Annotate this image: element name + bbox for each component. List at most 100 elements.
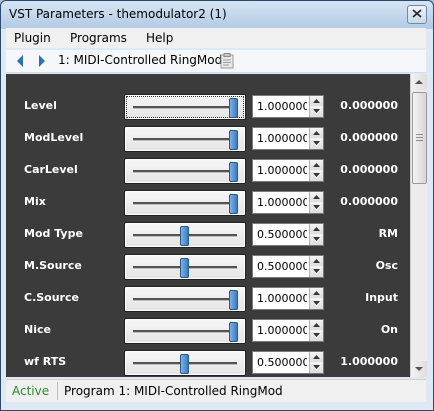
slider-track — [133, 202, 237, 205]
close-button[interactable] — [407, 5, 427, 24]
param-slider[interactable] — [124, 126, 246, 152]
clipboard-icon — [220, 53, 234, 69]
next-program-button[interactable] — [36, 54, 48, 68]
spin-buttons — [309, 288, 323, 309]
status-bar: Active Program 1: MIDI-Controlled RingMo… — [6, 379, 426, 402]
param-display: Input — [365, 291, 398, 304]
param-slider[interactable] — [124, 254, 246, 280]
arrow-down-icon — [313, 333, 320, 337]
prev-program-button[interactable] — [14, 54, 26, 68]
vertical-scrollbar[interactable] — [410, 74, 427, 377]
spin-buttons — [309, 192, 323, 213]
spin-down-button[interactable] — [310, 106, 323, 117]
param-value-field[interactable] — [252, 319, 324, 342]
param-name: wf RTS — [24, 355, 67, 368]
param-value-input[interactable] — [253, 288, 307, 309]
spin-buttons — [309, 320, 323, 341]
slider-thumb[interactable] — [229, 194, 238, 214]
menu-bar: Plugin Programs Help — [6, 28, 426, 48]
param-slider[interactable] — [124, 158, 246, 184]
param-value-input[interactable] — [253, 256, 307, 277]
slider-thumb[interactable] — [180, 354, 189, 374]
spin-down-button[interactable] — [310, 330, 323, 341]
param-value-field[interactable] — [252, 351, 324, 374]
slider-thumb[interactable] — [229, 322, 238, 342]
arrow-up-icon — [313, 259, 320, 263]
spin-down-button[interactable] — [310, 298, 323, 309]
slider-thumb[interactable] — [180, 226, 189, 246]
slider-thumb[interactable] — [229, 130, 238, 150]
menu-help[interactable]: Help — [146, 31, 173, 45]
param-row: wf RTS 1.000000 — [6, 348, 410, 376]
param-value-field[interactable] — [252, 223, 324, 246]
param-value-input[interactable] — [253, 128, 307, 149]
param-name: ModLevel — [24, 131, 84, 144]
param-value-field[interactable] — [252, 287, 324, 310]
param-display: 0.000000 — [340, 163, 398, 176]
param-value-input[interactable] — [253, 96, 307, 117]
param-value-field[interactable] — [252, 159, 324, 182]
param-row: Mix 0.000000 — [6, 188, 410, 216]
chevron-left-icon — [17, 55, 23, 67]
toolbar: 1: MIDI-Controlled RingMod — [6, 50, 426, 73]
spin-down-button[interactable] — [310, 234, 323, 245]
param-slider[interactable] — [124, 190, 246, 216]
arrow-down-icon — [313, 269, 320, 273]
param-display: On — [380, 323, 398, 336]
param-value-input[interactable] — [253, 352, 307, 373]
title-bar[interactable]: VST Parameters - themodulator2 (1) — [1, 1, 433, 28]
arrow-up-icon — [313, 227, 320, 231]
param-slider[interactable] — [124, 350, 246, 376]
status-program: Program 1: MIDI-Controlled RingMod — [64, 384, 283, 398]
slider-thumb[interactable] — [229, 162, 238, 182]
spin-down-button[interactable] — [310, 138, 323, 149]
param-value-input[interactable] — [253, 320, 307, 341]
param-value-field[interactable] — [252, 95, 324, 118]
param-value-input[interactable] — [253, 192, 307, 213]
param-name: M.Source — [24, 259, 82, 272]
slider-thumb[interactable] — [229, 98, 238, 118]
clipboard-button[interactable] — [220, 53, 234, 69]
param-name: CarLevel — [24, 163, 78, 176]
scroll-up-button[interactable] — [411, 74, 427, 90]
spin-buttons — [309, 224, 323, 245]
param-row: Mod Type RM — [6, 220, 410, 248]
slider-thumb[interactable] — [229, 290, 238, 310]
spin-buttons — [309, 352, 323, 373]
param-slider[interactable] — [124, 318, 246, 344]
window-title: VST Parameters - themodulator2 (1) — [9, 7, 227, 21]
spin-down-button[interactable] — [310, 266, 323, 277]
param-row: Level 0.000000 — [6, 92, 410, 120]
param-display: 0.000000 — [340, 131, 398, 144]
param-value-input[interactable] — [253, 160, 307, 181]
param-value-field[interactable] — [252, 255, 324, 278]
program-selector[interactable]: 1: MIDI-Controlled RingMod — [58, 53, 222, 67]
status-separator — [57, 382, 58, 400]
param-name: C.Source — [24, 291, 79, 304]
spin-buttons — [309, 256, 323, 277]
menu-programs[interactable]: Programs — [70, 31, 127, 45]
scroll-down-button[interactable] — [411, 361, 427, 377]
spin-down-button[interactable] — [310, 202, 323, 213]
parameter-panel: Level 0.000000 ModLevel 0.000000 — [6, 74, 410, 377]
param-value-field[interactable] — [252, 127, 324, 150]
param-slider[interactable] — [124, 222, 246, 248]
param-slider[interactable] — [124, 286, 246, 312]
slider-track — [133, 106, 237, 109]
slider-track — [133, 138, 237, 141]
slider-thumb[interactable] — [180, 258, 189, 278]
param-row: C.Source Input — [6, 284, 410, 312]
param-name: Nice — [24, 323, 51, 336]
arrow-down-icon — [313, 109, 320, 113]
spin-buttons — [309, 160, 323, 181]
spin-down-button[interactable] — [310, 170, 323, 181]
slider-track — [133, 330, 237, 333]
scroll-thumb[interactable] — [412, 92, 427, 184]
arrow-down-icon — [313, 205, 320, 209]
param-value-field[interactable] — [252, 191, 324, 214]
menu-plugin[interactable]: Plugin — [14, 31, 51, 45]
param-slider[interactable] — [124, 94, 246, 120]
spin-down-button[interactable] — [310, 362, 323, 373]
param-value-input[interactable] — [253, 224, 307, 245]
arrow-up-icon — [313, 99, 320, 103]
